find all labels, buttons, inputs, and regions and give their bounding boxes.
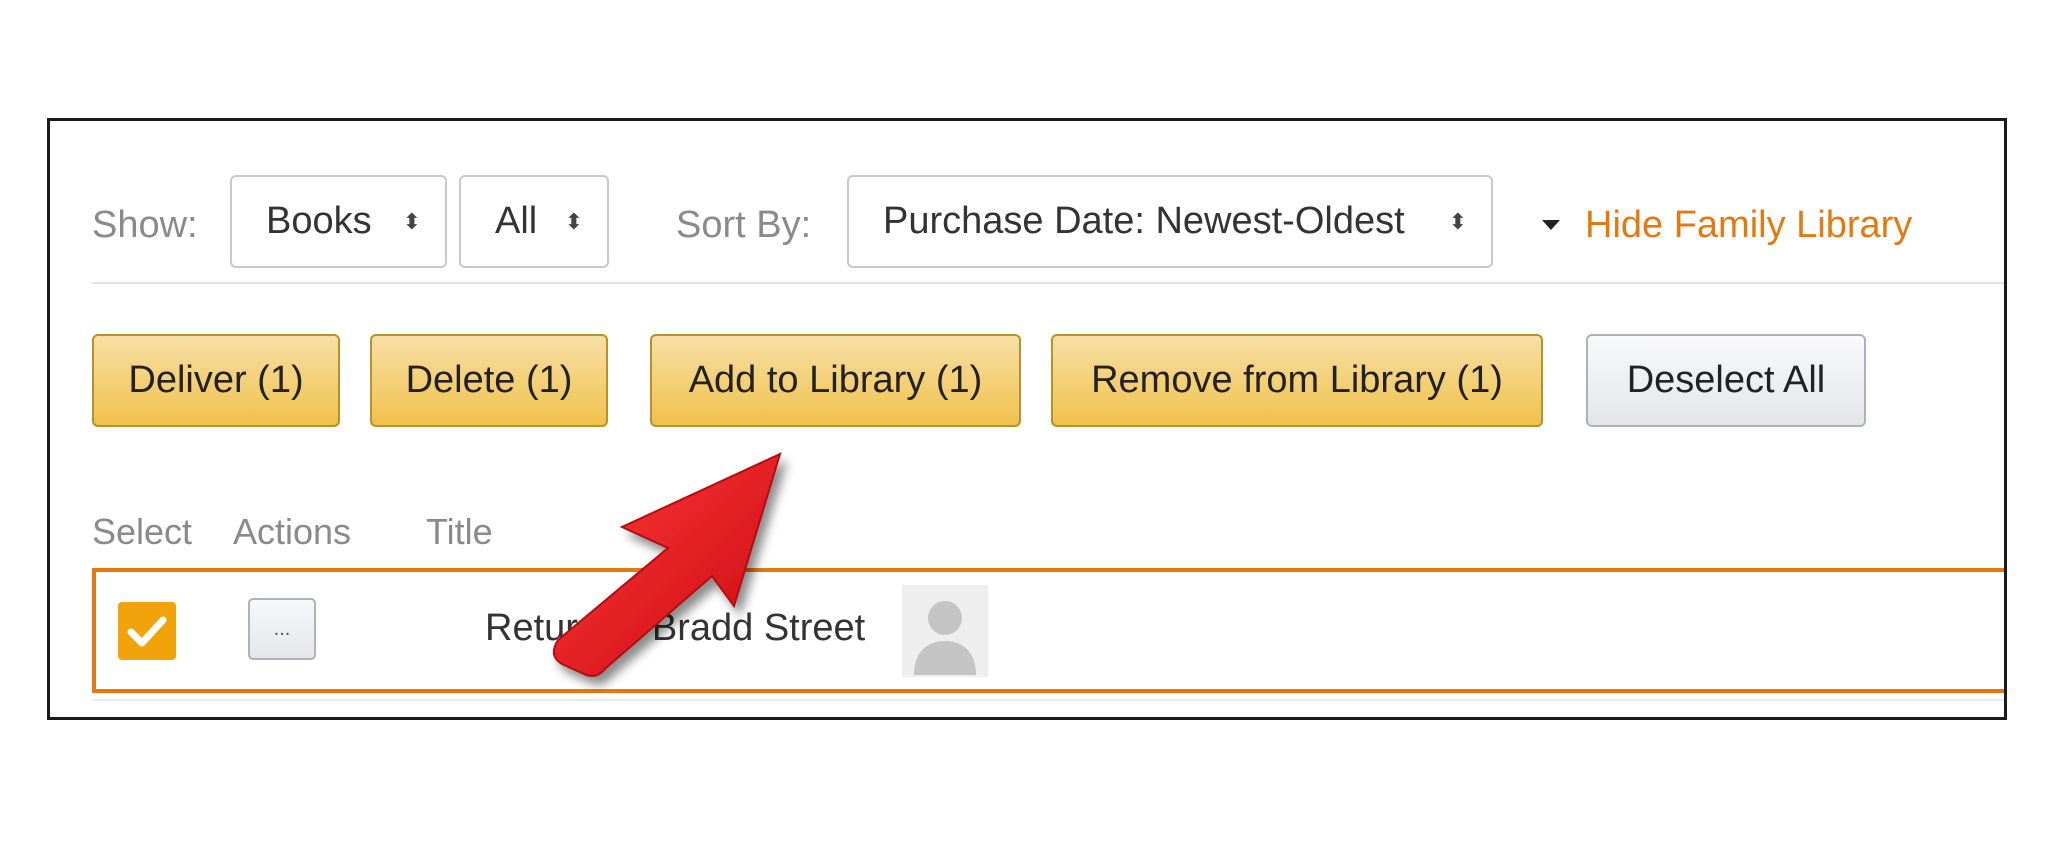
red-pointer-arrow-icon: [552, 452, 782, 677]
